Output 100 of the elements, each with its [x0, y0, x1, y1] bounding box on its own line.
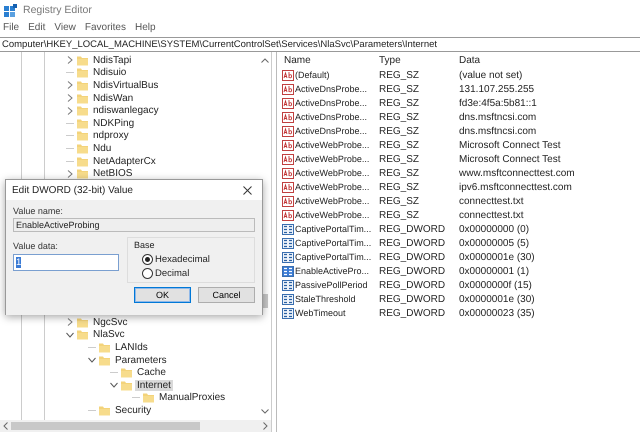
folder-icon: [121, 380, 132, 391]
value-data: 0x0000001e (30): [459, 252, 535, 262]
value-type: REG_SZ: [379, 112, 420, 122]
menu-item[interactable]: File: [3, 22, 20, 33]
value-name-field[interactable]: EnableActiveProbing: [13, 218, 255, 232]
tree-item[interactable]: LANIds: [113, 342, 150, 353]
value-name[interactable]: (Default): [295, 70, 330, 80]
tree-item[interactable]: NgcSvc: [91, 316, 130, 328]
value-data: 131.107.255.255: [459, 84, 534, 94]
value-data: Microsoft Connect Test: [459, 140, 561, 150]
tree-item[interactable]: NdisWan: [91, 92, 136, 104]
value-type: REG_DWORD: [379, 280, 446, 290]
column-header[interactable]: Data: [459, 54, 480, 66]
field-label: Value data:: [13, 241, 59, 251]
value-name[interactable]: ActiveWebProbe...: [295, 168, 370, 178]
scroll-left-icon[interactable]: [3, 422, 8, 430]
folder-icon: [77, 316, 88, 328]
dialog-button[interactable]: Cancel: [198, 287, 255, 303]
expand-chevron-icon[interactable]: [67, 318, 73, 326]
close-icon[interactable]: [243, 186, 252, 194]
value-name[interactable]: CaptivePortalTim...: [295, 252, 372, 262]
value-type: REG_DWORD: [379, 224, 446, 234]
value-type: REG_DWORD: [379, 308, 446, 318]
tree-item[interactable]: NetBIOS: [91, 168, 134, 180]
folder-icon: [99, 404, 110, 416]
tree-item[interactable]: Parameters: [113, 354, 169, 366]
value-data: dns.msftncsi.com: [459, 126, 536, 136]
menu-item[interactable]: Edit: [28, 22, 46, 33]
tree-item[interactable]: ndproxy: [91, 130, 131, 142]
expand-chevron-icon[interactable]: [67, 170, 73, 178]
tree-item[interactable]: Internet: [135, 380, 173, 391]
folder-icon: [99, 354, 110, 366]
menu-item[interactable]: Help: [134, 22, 156, 33]
folder-icon: [77, 67, 88, 78]
collapse-chevron-icon[interactable]: [66, 332, 74, 338]
value-data: connecttest.txt: [459, 196, 524, 206]
column-header[interactable]: Name: [282, 54, 379, 66]
value-data-field[interactable]: 1: [13, 254, 119, 271]
value-name[interactable]: CaptivePortalTim...: [295, 224, 372, 234]
value-type: REG_DWORD: [379, 252, 446, 262]
value-data: Microsoft Connect Test: [459, 154, 561, 164]
value-name[interactable]: ActiveDnsProbe...: [295, 112, 368, 122]
menu-item[interactable]: View: [54, 22, 76, 33]
scroll-right-icon[interactable]: [263, 422, 268, 430]
tree-item[interactable]: Ndu: [91, 142, 114, 154]
value-name[interactable]: ActiveDnsProbe...: [295, 126, 368, 136]
value-data: dns.msftncsi.com: [459, 112, 536, 122]
folder-icon: [121, 367, 132, 378]
scroll-up-icon[interactable]: [260, 58, 268, 63]
tree-item[interactable]: NlaSvc: [91, 329, 127, 340]
value-name[interactable]: ActiveWebProbe...: [295, 154, 370, 164]
tree-item[interactable]: ManualProxies: [157, 392, 228, 404]
value-type: REG_SZ: [379, 210, 420, 220]
value-data: 0x00000023 (35): [459, 308, 535, 318]
value-name[interactable]: WebTimeout: [295, 308, 346, 318]
group-label: Base: [134, 240, 155, 250]
value-data: 0x00000000 (0): [459, 224, 530, 234]
value-name[interactable]: StaleThreshold: [295, 294, 356, 304]
collapse-chevron-icon[interactable]: [88, 357, 96, 364]
tree-item[interactable]: NDKPing: [91, 118, 136, 129]
value-name[interactable]: ActiveDnsProbe...: [295, 84, 368, 94]
value-name[interactable]: EnableActivePro...: [295, 266, 370, 276]
value-data: (value not set): [459, 70, 522, 80]
tree-item[interactable]: Ndisuio: [91, 67, 128, 78]
value-type: REG_DWORD: [379, 266, 446, 276]
tree-item[interactable]: Cache: [135, 367, 168, 378]
value-name[interactable]: ActiveWebProbe...: [295, 140, 370, 150]
value-name[interactable]: ActiveWebProbe...: [295, 196, 370, 206]
window-title: Registry Editor: [23, 4, 92, 16]
collapse-chevron-icon[interactable]: [110, 382, 118, 388]
menu-item[interactable]: Favorites: [84, 22, 126, 33]
tree-item[interactable]: Security: [113, 404, 154, 416]
field-label: Value name:: [13, 206, 64, 216]
value-name[interactable]: ActiveWebProbe...: [295, 182, 370, 192]
folder-icon: [77, 118, 88, 129]
folder-icon: [77, 168, 88, 180]
scrollbar-thumb[interactable]: [11, 422, 200, 430]
folder-icon: [99, 342, 110, 353]
tree-item[interactable]: ndiswanlegacy: [91, 105, 161, 116]
folder-icon: [77, 156, 88, 167]
folder-icon: [77, 130, 88, 142]
value-name[interactable]: CaptivePortalTim...: [295, 238, 372, 248]
radio-option[interactable]: Decimal: [142, 268, 248, 279]
value-data: 0x00000001 (1): [459, 266, 530, 276]
value-name[interactable]: PassivePollPeriod: [295, 280, 368, 290]
address-bar[interactable]: Computer\HKEY_LOCAL_MACHINE\SYSTEM\CurrentControlSet\Services\NlaSvc\Parameters\Internet: [0, 37, 640, 52]
folder-icon: [77, 92, 88, 104]
tree-item[interactable]: NetAdapterCx: [91, 156, 158, 167]
value-type: REG_SZ: [379, 196, 420, 206]
radio-option[interactable]: Hexadecimal: [142, 254, 248, 265]
value-name[interactable]: ActiveWebProbe...: [295, 210, 370, 220]
expand-chevron-icon[interactable]: [67, 56, 73, 64]
value-name[interactable]: ActiveDnsProbe...: [295, 98, 368, 108]
scroll-down-icon[interactable]: [260, 409, 268, 414]
tree-item[interactable]: NdisTapi: [91, 54, 134, 66]
dialog-button[interactable]: OK: [134, 287, 191, 303]
value-type: REG_SZ: [379, 182, 420, 192]
value-type: REG_DWORD: [379, 294, 446, 304]
column-header[interactable]: Type: [379, 54, 459, 66]
tree-item[interactable]: NdisVirtualBus: [91, 80, 160, 91]
